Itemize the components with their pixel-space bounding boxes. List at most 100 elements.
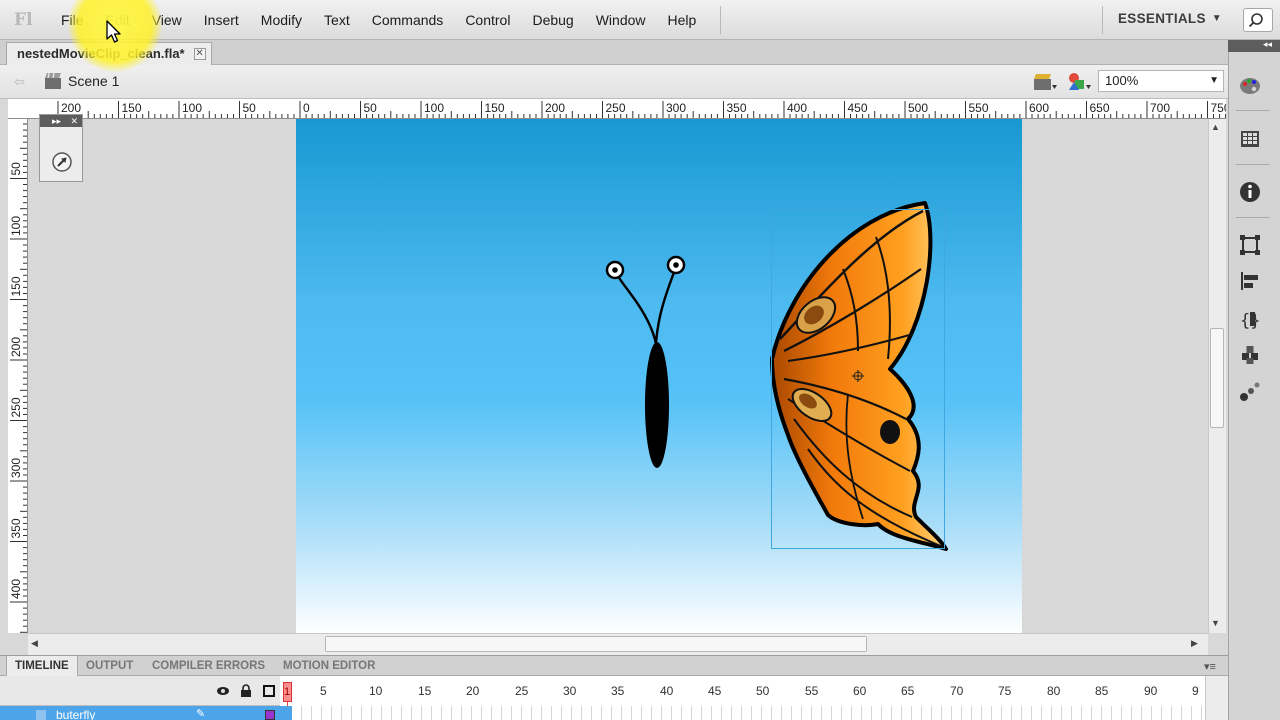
- dock-separator: [1236, 164, 1270, 165]
- swatches-icon[interactable]: [1237, 126, 1263, 152]
- stage-artwork: [605, 201, 948, 551]
- menu-view[interactable]: View: [141, 0, 193, 40]
- timeline-frame-ruler[interactable]: 5 10 15 20 25 30 35 40 45 50 55 60 65 70…: [280, 676, 1205, 706]
- transform-icon[interactable]: [1237, 232, 1263, 258]
- menu-control[interactable]: Control: [454, 0, 521, 40]
- outline-icon[interactable]: [263, 685, 275, 697]
- pasteboard[interactable]: [28, 119, 1208, 633]
- help-search-input[interactable]: [1243, 8, 1273, 32]
- frame-number: 40: [660, 684, 674, 698]
- menu-divider: [720, 6, 721, 34]
- expand-icon[interactable]: ▸▸: [52, 115, 61, 127]
- frame-number: 75: [998, 684, 1012, 698]
- layer-icon: [36, 710, 46, 720]
- document-tab-title: nestedMovieClip_clean.fla*: [17, 46, 185, 61]
- frame-number: 50: [756, 684, 770, 698]
- frame-number: 90: [1144, 684, 1158, 698]
- menu-window[interactable]: Window: [585, 0, 657, 40]
- tab-output[interactable]: OUTPUT: [78, 656, 141, 676]
- ruler-label: 50: [243, 101, 257, 115]
- dock-separator: [1236, 217, 1270, 218]
- ruler-label: 300: [9, 458, 23, 478]
- scroll-down-icon[interactable]: ▼: [1211, 618, 1220, 628]
- workspace-label: ESSENTIALS: [1118, 11, 1206, 26]
- layer-frames[interactable]: [292, 706, 1205, 720]
- dock-header[interactable]: ◂◂: [1228, 39, 1280, 52]
- layer-name[interactable]: buterfly: [56, 708, 95, 720]
- frame-number: 65: [901, 684, 915, 698]
- menu-insert[interactable]: Insert: [193, 0, 250, 40]
- ruler-label: 350: [9, 518, 23, 538]
- chevron-down-icon: ▼: [1209, 75, 1219, 86]
- edit-symbol-icon[interactable]: [1066, 71, 1092, 93]
- tab-timeline[interactable]: TIMELINE: [6, 656, 78, 676]
- panel-tab-bar: TIMELINE OUTPUT COMPILER ERRORS MOTION E…: [0, 655, 1228, 676]
- panel-menu-icon[interactable]: ▾≡: [1204, 660, 1216, 673]
- frame-number: 5: [320, 684, 327, 698]
- tool-button[interactable]: [51, 151, 73, 173]
- tools-panel: ▸▸ ✕: [39, 114, 83, 182]
- menu-debug[interactable]: Debug: [521, 0, 584, 40]
- dock-separator: [1236, 110, 1270, 111]
- ruler-label: 550: [969, 101, 989, 115]
- horizontal-ruler: 200 150 100 50 0 50 100 150 200 250 300 350 400 450 50…: [36, 99, 1226, 119]
- code-snippets-icon[interactable]: {}: [1237, 306, 1263, 332]
- tab-compiler-errors[interactable]: COMPILER ERRORS: [144, 656, 273, 676]
- document-tab[interactable]: nestedMovieClip_clean.fla* ✕: [6, 42, 212, 65]
- frame-number: 10: [369, 684, 383, 698]
- edit-bar: ⇦ Scene 1: [0, 65, 1228, 99]
- vertical-scrollbar-thumb[interactable]: [1210, 328, 1224, 428]
- scene-icon: [45, 72, 61, 89]
- layer-outline-color[interactable]: [265, 710, 275, 720]
- playhead[interactable]: 1: [283, 682, 292, 702]
- ruler-label: 600: [1029, 101, 1049, 115]
- tab-motion-editor[interactable]: MOTION EDITOR: [275, 656, 383, 676]
- menu-text[interactable]: Text: [313, 0, 361, 40]
- menu-help[interactable]: Help: [657, 0, 708, 40]
- scroll-up-icon[interactable]: ▲: [1211, 122, 1220, 132]
- frame-number: 15: [418, 684, 432, 698]
- edit-scene-icon[interactable]: [1032, 71, 1058, 93]
- info-icon[interactable]: [1237, 179, 1263, 205]
- lock-icon[interactable]: [240, 684, 252, 698]
- ruler-label: 350: [727, 101, 747, 115]
- collapse-icon[interactable]: ◂◂: [1263, 39, 1272, 50]
- document-tab-bar: nestedMovieClip_clean.fla* ✕: [0, 40, 1228, 65]
- ruler-label: 50: [364, 101, 378, 115]
- close-icon[interactable]: ✕: [193, 48, 206, 60]
- scroll-left-icon[interactable]: ◀: [31, 638, 38, 649]
- timeline-scrollbar[interactable]: [1205, 676, 1228, 720]
- tools-panel-header[interactable]: ▸▸ ✕: [40, 115, 82, 127]
- ruler-label: 400: [9, 579, 23, 599]
- ruler-label: 150: [485, 101, 505, 115]
- frame-number: 25: [515, 684, 529, 698]
- menu-file[interactable]: File: [50, 0, 95, 40]
- search-icon: [1248, 13, 1263, 28]
- scene-label[interactable]: Scene 1: [68, 73, 119, 89]
- ruler-label: 250: [606, 101, 626, 115]
- frame-number: 35: [611, 684, 625, 698]
- close-icon[interactable]: ✕: [70, 115, 78, 127]
- frame-number: 9: [1192, 684, 1199, 698]
- horizontal-ruler-ticks: 200 150 100 50 0 50 100 150 200 250 300 350 400 450 50…: [57, 101, 1226, 118]
- ruler-label: 200: [61, 101, 81, 115]
- butterfly-body[interactable]: [605, 255, 686, 468]
- workspace-switcher[interactable]: ESSENTIALS ▼: [1110, 0, 1228, 40]
- eye-icon[interactable]: [216, 684, 230, 698]
- menu-modify[interactable]: Modify: [250, 0, 313, 40]
- scroll-right-icon[interactable]: ▶: [1191, 638, 1198, 649]
- zoom-select[interactable]: 100% ▼: [1098, 70, 1224, 92]
- frame-number: 20: [466, 684, 480, 698]
- motion-presets-icon[interactable]: [1237, 378, 1263, 404]
- horizontal-scrollbar-thumb[interactable]: [325, 636, 867, 652]
- components-icon[interactable]: [1237, 342, 1263, 368]
- vertical-ruler: 50 100 150 200 250 300 350 400: [8, 119, 28, 633]
- align-icon[interactable]: [1237, 268, 1263, 294]
- color-palette-icon[interactable]: [1237, 72, 1263, 98]
- back-arrow-icon[interactable]: ⇦: [14, 74, 25, 90]
- menu-edit[interactable]: Edit: [95, 0, 141, 40]
- menu-commands[interactable]: Commands: [361, 0, 455, 40]
- ruler-label: 300: [666, 101, 686, 115]
- ruler-corner: [8, 99, 36, 119]
- pencil-icon: ✎: [196, 708, 206, 720]
